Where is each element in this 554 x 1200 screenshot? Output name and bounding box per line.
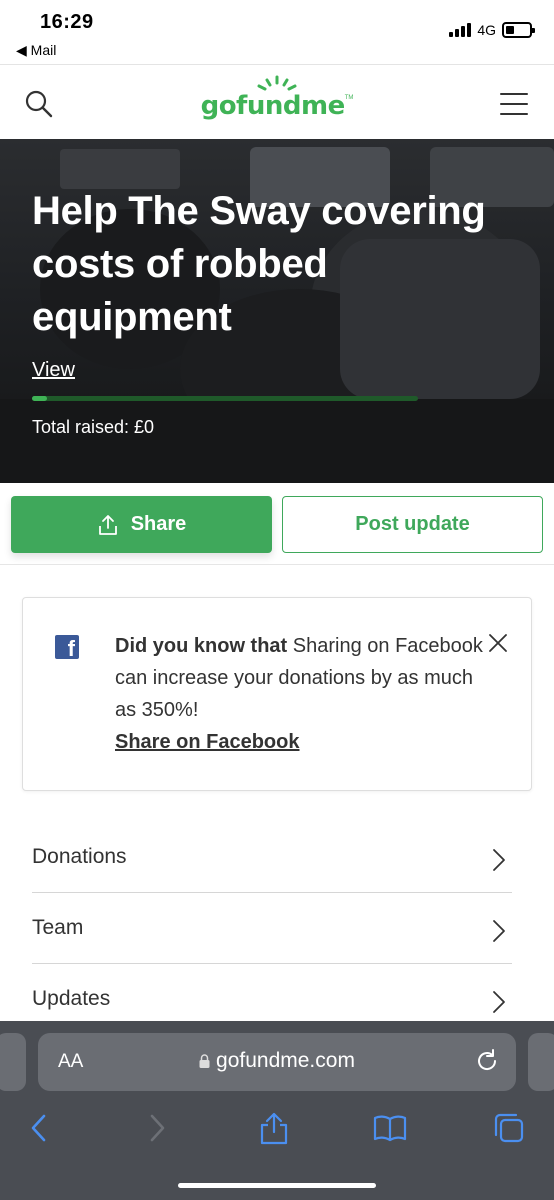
site-header: gofundmeTM xyxy=(0,64,554,139)
status-bar: 16:29 ◀ Mail 4G xyxy=(0,0,554,64)
list-item-label: Donations xyxy=(32,845,127,868)
status-time: 16:29 xyxy=(40,11,94,33)
logo-text: gofundme xyxy=(200,91,346,121)
home-indicator[interactable] xyxy=(178,1183,376,1188)
chevron-right-icon xyxy=(493,849,505,871)
share-on-facebook-link[interactable]: Share on Facebook xyxy=(115,726,300,758)
view-campaign-link[interactable]: View xyxy=(32,359,75,382)
tabs-icon[interactable] xyxy=(492,1111,526,1145)
bookmarks-icon[interactable] xyxy=(373,1111,407,1145)
network-type: 4G xyxy=(477,22,496,38)
back-to-app-link[interactable]: ◀ Mail xyxy=(16,42,56,59)
total-raised: Total raised: £0 xyxy=(32,417,155,437)
share-button[interactable]: Share xyxy=(11,496,272,553)
list-item-team[interactable]: Team xyxy=(32,893,512,964)
campaign-menu-list: Donations Team Updates xyxy=(32,822,512,1035)
gofundme-logo[interactable]: gofundmeTM xyxy=(0,75,554,125)
chevron-right-icon xyxy=(493,991,505,1013)
battery-icon xyxy=(502,22,535,38)
facebook-share-card: f Did you know that Sharing on Facebook … xyxy=(22,597,532,791)
campaign-actions: Share Post update xyxy=(0,483,554,565)
facebook-tip-text: Did you know that Sharing on Facebook ca… xyxy=(115,630,495,758)
back-icon[interactable] xyxy=(22,1111,56,1145)
share-sheet-icon[interactable] xyxy=(257,1111,291,1145)
chevron-right-icon xyxy=(493,920,505,942)
lock-icon xyxy=(199,1054,210,1068)
logo-tm: TM xyxy=(344,95,354,101)
url-display: gofundme.com xyxy=(38,1049,516,1073)
campaign-hero: Help The Sway covering costs of robbed e… xyxy=(0,139,554,483)
browser-chrome: AA gofundme.com xyxy=(0,1021,554,1200)
list-item-donations[interactable]: Donations xyxy=(32,822,512,893)
list-item-label: Updates xyxy=(32,987,111,1010)
facebook-icon: f xyxy=(55,635,79,659)
forward-icon[interactable] xyxy=(140,1111,174,1145)
address-bar[interactable]: AA gofundme.com xyxy=(38,1033,516,1091)
post-update-button[interactable]: Post update xyxy=(282,496,543,553)
next-tab-preview[interactable] xyxy=(528,1033,554,1091)
tip-lead: Did you know that xyxy=(115,635,288,657)
close-icon[interactable] xyxy=(487,632,509,654)
fundraising-progress-bar xyxy=(32,396,418,401)
url-text: gofundme.com xyxy=(216,1049,355,1072)
browser-toolbar xyxy=(0,1105,554,1155)
progress-fill xyxy=(32,396,48,401)
share-label: Share xyxy=(130,513,187,535)
share-icon xyxy=(98,514,117,535)
signal-icon xyxy=(449,23,472,37)
list-item-label: Team xyxy=(32,916,84,939)
reload-icon[interactable] xyxy=(474,1048,500,1074)
campaign-title: Help The Sway covering costs of robbed e… xyxy=(32,189,486,339)
status-indicators: 4G xyxy=(449,22,535,38)
hamburger-menu-icon[interactable] xyxy=(500,93,528,115)
previous-tab-preview[interactable] xyxy=(0,1033,26,1091)
